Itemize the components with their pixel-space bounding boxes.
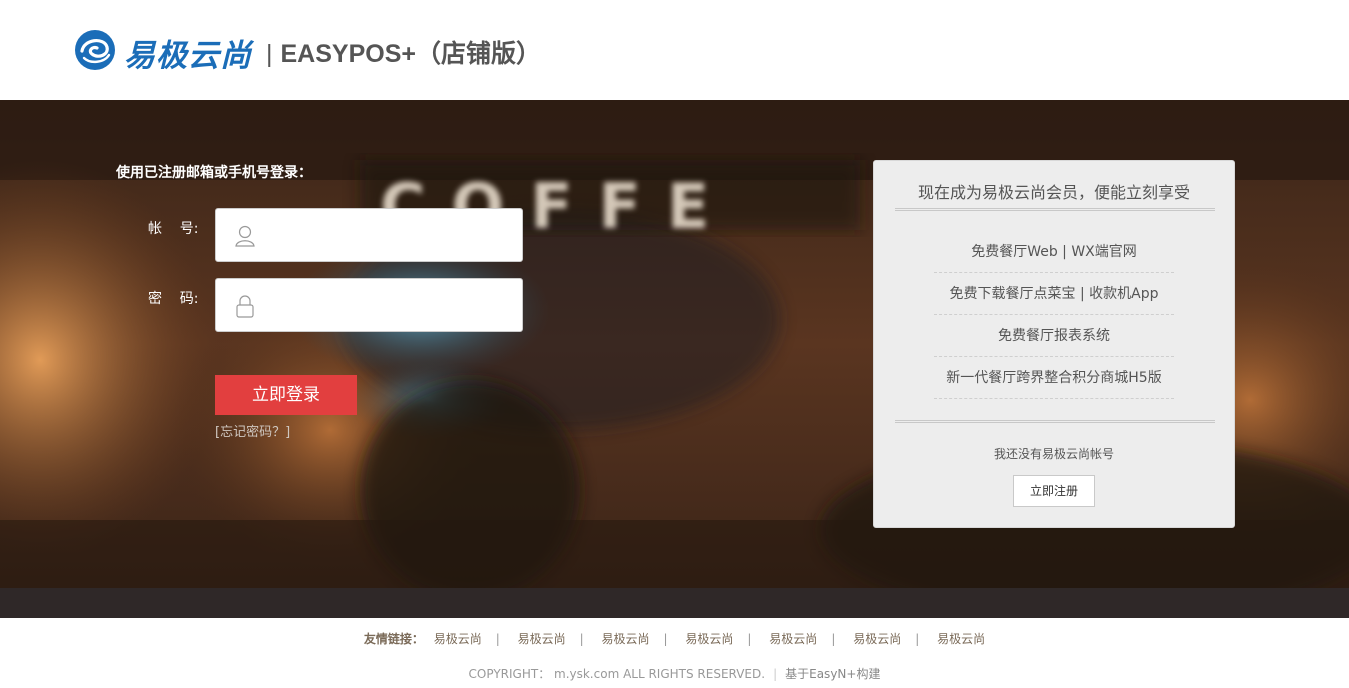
password-input[interactable] bbox=[266, 279, 516, 331]
copyright-divider: | bbox=[773, 667, 778, 681]
product-name: EASYPOS+（店铺版） bbox=[280, 40, 541, 68]
logo-icon[interactable] bbox=[74, 29, 116, 71]
product-title: | EASYPOS+（店铺版） bbox=[266, 34, 541, 70]
link-divider: | bbox=[747, 632, 752, 646]
password-label: 密 码: bbox=[148, 291, 199, 307]
benefit-item: 新一代餐厅跨界整合积分商城H5版 bbox=[934, 357, 1174, 399]
friend-links-label: 友情链接： bbox=[363, 632, 424, 646]
account-field[interactable] bbox=[215, 208, 523, 262]
membership-panel: 现在成为易极云尚会员，便能立刻享受 免费餐厅Web | WX端官网 免费下载餐厅… bbox=[873, 160, 1235, 528]
account-label: 帐 号: bbox=[148, 221, 199, 237]
panel-divider-bottom bbox=[895, 420, 1215, 423]
benefit-item: 免费下载餐厅点菜宝 | 收款机App bbox=[934, 273, 1174, 315]
panel-divider-top bbox=[895, 208, 1215, 211]
benefit-item: 免费餐厅Web | WX端官网 bbox=[934, 231, 1174, 273]
benefit-item: 免费餐厅报表系统 bbox=[934, 315, 1174, 357]
panel-title: 现在成为易极云尚会员，便能立刻享受 bbox=[917, 183, 1190, 202]
link-divider: | bbox=[579, 632, 584, 646]
friend-link[interactable]: 易极云尚 bbox=[769, 632, 817, 646]
friend-link[interactable]: 易极云尚 bbox=[853, 632, 901, 646]
no-account-text: 我还没有易极云尚帐号 bbox=[993, 447, 1114, 461]
friend-link[interactable]: 易极云尚 bbox=[518, 632, 566, 646]
friend-link[interactable]: 易极云尚 bbox=[434, 632, 482, 646]
copyright-text: COPYRIGHT： m.ysk.com ALL RIGHTS RESERVED… bbox=[468, 667, 766, 681]
friend-link[interactable]: 易极云尚 bbox=[602, 632, 650, 646]
friend-links: 友情链接： 易极云尚 | 易极云尚 | 易极云尚 | 易极云尚 | 易极云尚 | 易极云尚… bbox=[0, 630, 1349, 647]
hero-banner: COFFE 使用已注册邮箱或手机号登录： 帐 号: 密 码: 立即登录 [忘记密… bbox=[0, 100, 1349, 588]
register-button[interactable]: 立即注册 bbox=[1013, 475, 1095, 507]
password-field[interactable] bbox=[215, 278, 523, 332]
site-header: 易极云尚 | EASYPOS+（店铺版） bbox=[0, 0, 1349, 100]
banner-bottom-strip bbox=[0, 588, 1349, 618]
copyright: COPYRIGHT： m.ysk.com ALL RIGHTS RESERVED… bbox=[0, 665, 1349, 682]
link-divider: | bbox=[663, 632, 668, 646]
login-title: 使用已注册邮箱或手机号登录： bbox=[116, 165, 312, 181]
lock-icon bbox=[236, 295, 254, 318]
login-button[interactable]: 立即登录 bbox=[215, 375, 357, 415]
forgot-password-link[interactable]: [忘记密码？] bbox=[215, 421, 290, 440]
link-divider: | bbox=[831, 632, 836, 646]
link-divider: | bbox=[495, 632, 500, 646]
link-divider: | bbox=[915, 632, 920, 646]
title-separator: | bbox=[266, 40, 273, 68]
user-icon bbox=[235, 225, 255, 247]
logo-text[interactable]: 易极云尚 bbox=[124, 30, 252, 75]
friend-link[interactable]: 易极云尚 bbox=[685, 632, 733, 646]
built-with-text: 基于EasyN+构建 bbox=[785, 667, 881, 681]
account-input[interactable] bbox=[266, 209, 516, 261]
friend-link[interactable]: 易极云尚 bbox=[937, 632, 985, 646]
